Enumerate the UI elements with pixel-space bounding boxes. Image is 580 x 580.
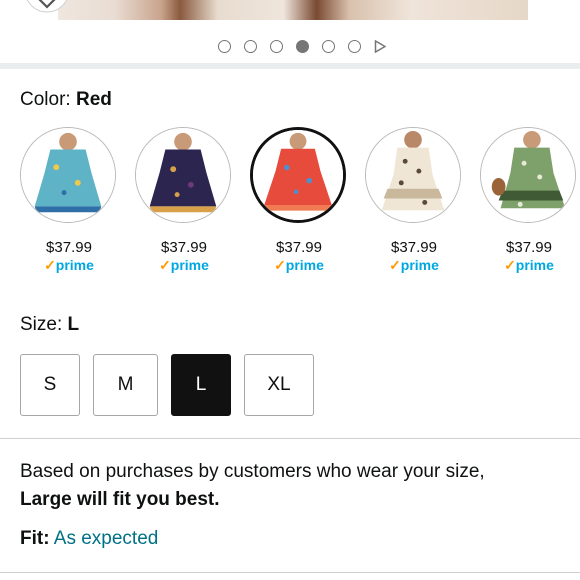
color-swatch-leopard[interactable]: $37.99 ✓prime: [365, 127, 463, 274]
size-option-m[interactable]: M: [93, 354, 158, 416]
prime-text: prime: [55, 257, 94, 273]
swatch-image[interactable]: [135, 127, 231, 223]
swatch-image[interactable]: [480, 127, 576, 223]
fit-recommendation-highlight: Large will fit you best.: [20, 489, 220, 510]
dress-thumbnail: [366, 128, 460, 222]
prime-badge: ✓prime: [365, 257, 463, 274]
swatch-image[interactable]: [365, 127, 461, 223]
prime-text: prime: [170, 257, 209, 273]
size-option-xl[interactable]: XL: [244, 354, 314, 416]
fit-info: Fit: As expected: [20, 528, 158, 550]
carousel-dot[interactable]: [322, 39, 335, 53]
prime-badge: ✓prime: [480, 257, 578, 274]
dress-thumbnail: [481, 128, 575, 222]
color-label-text: Color:: [20, 89, 71, 110]
product-image-strip: [0, 0, 580, 28]
prime-badge: ✓prime: [135, 257, 233, 274]
section-divider: [0, 572, 580, 573]
color-selector-label: Color: Red: [20, 89, 112, 111]
size-option-l[interactable]: L: [171, 354, 231, 416]
prime-check-icon: ✓: [504, 257, 516, 273]
carousel-dot[interactable]: [348, 39, 361, 53]
color-swatch-blue-floral[interactable]: $37.99 ✓prime: [20, 127, 118, 274]
section-divider: [0, 438, 580, 439]
prime-text: prime: [515, 257, 554, 273]
fit-recommendation: Based on purchases by customers who wear…: [20, 458, 570, 514]
size-selector-label: Size: L: [20, 314, 79, 336]
carousel-dot-active[interactable]: [296, 39, 309, 53]
color-swatch-green-floral[interactable]: $37.99 ✓prime: [480, 127, 578, 274]
color-swatch-red-floral[interactable]: $37.99 ✓prime: [250, 127, 348, 274]
product-photo[interactable]: [58, 0, 528, 20]
size-label-text: Size:: [20, 314, 63, 335]
prime-check-icon: ✓: [44, 257, 56, 273]
prime-text: prime: [400, 257, 439, 273]
swatch-price: $37.99: [276, 239, 322, 256]
dress-thumbnail: [136, 128, 230, 222]
color-swatches: $37.99 ✓prime $37.99 ✓prime $37.99 ✓prim…: [20, 127, 580, 277]
swatch-image-selected[interactable]: [250, 127, 346, 223]
fit-recommendation-line: Based on purchases by customers who wear…: [20, 461, 485, 482]
prime-check-icon: ✓: [274, 257, 286, 273]
dress-thumbnail: [21, 128, 115, 222]
size-option-s[interactable]: S: [20, 354, 80, 416]
swatch-price: $37.99: [161, 239, 207, 256]
swatch-price: $37.99: [46, 239, 92, 256]
carousel-dot[interactable]: [218, 39, 231, 53]
swatch-price: $37.99: [391, 239, 437, 256]
selected-size-value: L: [67, 314, 80, 335]
fit-value-link[interactable]: As expected: [54, 528, 159, 549]
prime-text: prime: [285, 257, 324, 273]
section-divider: [0, 63, 580, 69]
prime-badge: ✓prime: [250, 257, 348, 274]
swatch-image[interactable]: [20, 127, 116, 223]
heart-icon[interactable]: [22, 0, 72, 20]
selected-color-value: Red: [75, 89, 112, 110]
prime-badge: ✓prime: [20, 257, 118, 274]
carousel-dot[interactable]: [270, 39, 283, 53]
color-swatch-navy-floral[interactable]: $37.99 ✓prime: [135, 127, 233, 274]
dress-thumbnail: [253, 130, 343, 220]
prime-check-icon: ✓: [389, 257, 401, 273]
swatch-price: $37.99: [506, 239, 552, 256]
prime-check-icon: ✓: [159, 257, 171, 273]
fit-label: Fit:: [20, 528, 50, 549]
carousel-dot[interactable]: [244, 39, 257, 53]
play-video-icon[interactable]: [374, 39, 386, 53]
image-carousel-indicator: [0, 36, 580, 56]
